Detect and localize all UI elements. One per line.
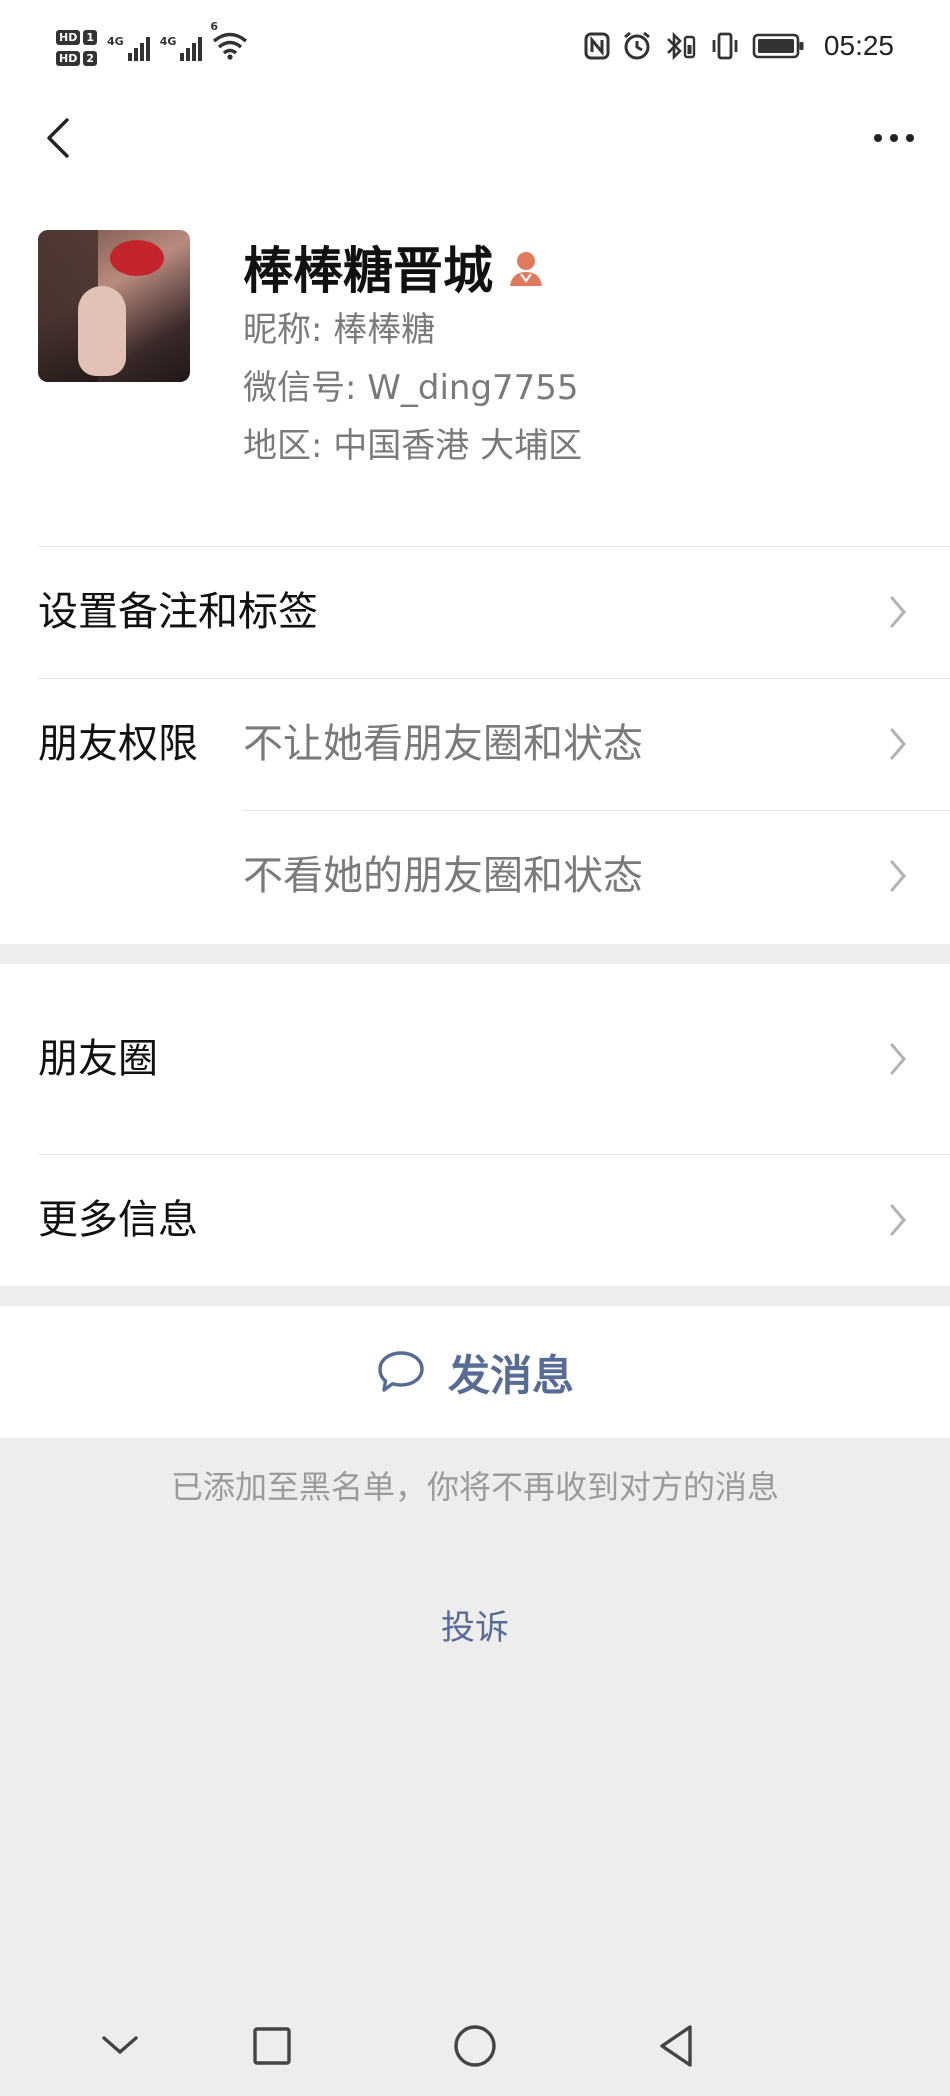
battery-icon bbox=[752, 32, 806, 60]
profile-name: 棒棒糖晋城 bbox=[243, 242, 493, 300]
chevron-down-icon bbox=[102, 2036, 138, 2055]
recent-apps-button[interactable] bbox=[244, 2018, 300, 2074]
chevron-right-icon bbox=[890, 860, 906, 892]
more-dot-icon bbox=[906, 134, 914, 142]
avatar[interactable] bbox=[38, 230, 190, 382]
friend-permissions-label: 朋友权限 bbox=[38, 721, 198, 767]
alarm-icon bbox=[622, 31, 652, 61]
chevron-right-icon bbox=[890, 596, 906, 628]
circle-icon bbox=[454, 2025, 496, 2067]
settings-section: 设置备注和标签 朋友权限 不让她看朋友圈和状态 不看她的朋友圈和状态 bbox=[0, 546, 950, 944]
back-button[interactable] bbox=[28, 108, 88, 168]
sim1-indicator: HD 1 bbox=[56, 30, 97, 45]
permission-hide-her-moments-row[interactable]: 不看她的朋友圈和状态 bbox=[243, 810, 950, 942]
more-dot-icon bbox=[890, 134, 898, 142]
status-left: HD 1 HD 2 4G 4G 6 bbox=[56, 20, 248, 76]
chevron-left-icon bbox=[47, 118, 69, 158]
signal-1-icon: 4G bbox=[107, 35, 150, 61]
status-right: 05:25 bbox=[584, 24, 894, 68]
info-section: 朋友圈 更多信息 bbox=[0, 964, 950, 1286]
send-message-label: 发消息 bbox=[447, 1350, 574, 1400]
nfc-icon bbox=[584, 32, 610, 60]
more-dot-icon bbox=[874, 134, 882, 142]
clock: 05:25 bbox=[823, 30, 894, 61]
profile-card: 棒棒糖晋城 昵称: 棒棒糖 微信号: W_ding7755 地区: 中国香港 大… bbox=[0, 216, 950, 546]
wifi-icon: 6 bbox=[210, 20, 248, 64]
sim2-indicator: HD 2 bbox=[56, 51, 97, 66]
nickname: 昵称: 棒棒糖 bbox=[243, 310, 436, 350]
vibrate-icon bbox=[710, 31, 740, 61]
contact-profile-screen: HD 1 HD 2 4G 4G 6 05:25 棒棒糖晋城 昵称: 棒棒糖 微信… bbox=[0, 0, 950, 2096]
female-gender-icon bbox=[507, 236, 545, 306]
system-back-button[interactable] bbox=[648, 2018, 704, 2074]
remark-tags-row[interactable]: 设置备注和标签 bbox=[0, 546, 950, 678]
more-info-row[interactable]: 更多信息 bbox=[0, 1154, 950, 1286]
moments-row[interactable]: 朋友圈 bbox=[0, 964, 950, 1154]
chevron-right-icon bbox=[890, 1204, 906, 1236]
top-nav bbox=[0, 96, 950, 216]
complain-link[interactable]: 投诉 bbox=[0, 1600, 950, 1649]
blacklist-notice: 已添加至黑名单，你将不再收到对方的消息 bbox=[170, 1468, 779, 1506]
square-icon bbox=[253, 2027, 291, 2065]
wechat-id: 微信号: W_ding7755 bbox=[243, 368, 579, 408]
chevron-right-icon bbox=[890, 1043, 906, 1075]
bluetooth-icon bbox=[664, 31, 698, 61]
signal-2-icon: 4G bbox=[160, 35, 203, 61]
chat-bubble-icon bbox=[378, 1351, 424, 1392]
send-message-button[interactable]: 发消息 bbox=[0, 1306, 950, 1438]
system-nav-bar bbox=[0, 1996, 950, 2096]
status-bar: HD 1 HD 2 4G 4G 6 05:25 bbox=[0, 0, 950, 96]
home-button[interactable] bbox=[447, 2018, 503, 2074]
profile-name-row: 棒棒糖晋城 bbox=[243, 236, 545, 306]
chevron-right-icon bbox=[890, 728, 906, 760]
triangle-back-icon bbox=[660, 2025, 692, 2067]
more-options-button[interactable] bbox=[858, 108, 930, 168]
region: 地区: 中国香港 大埔区 bbox=[243, 426, 583, 466]
hide-keyboard-button[interactable] bbox=[92, 2018, 148, 2074]
sim-indicators: HD 1 HD 2 bbox=[56, 30, 97, 66]
permission-hide-my-moments-row[interactable]: 不让她看朋友圈和状态 bbox=[243, 678, 950, 810]
